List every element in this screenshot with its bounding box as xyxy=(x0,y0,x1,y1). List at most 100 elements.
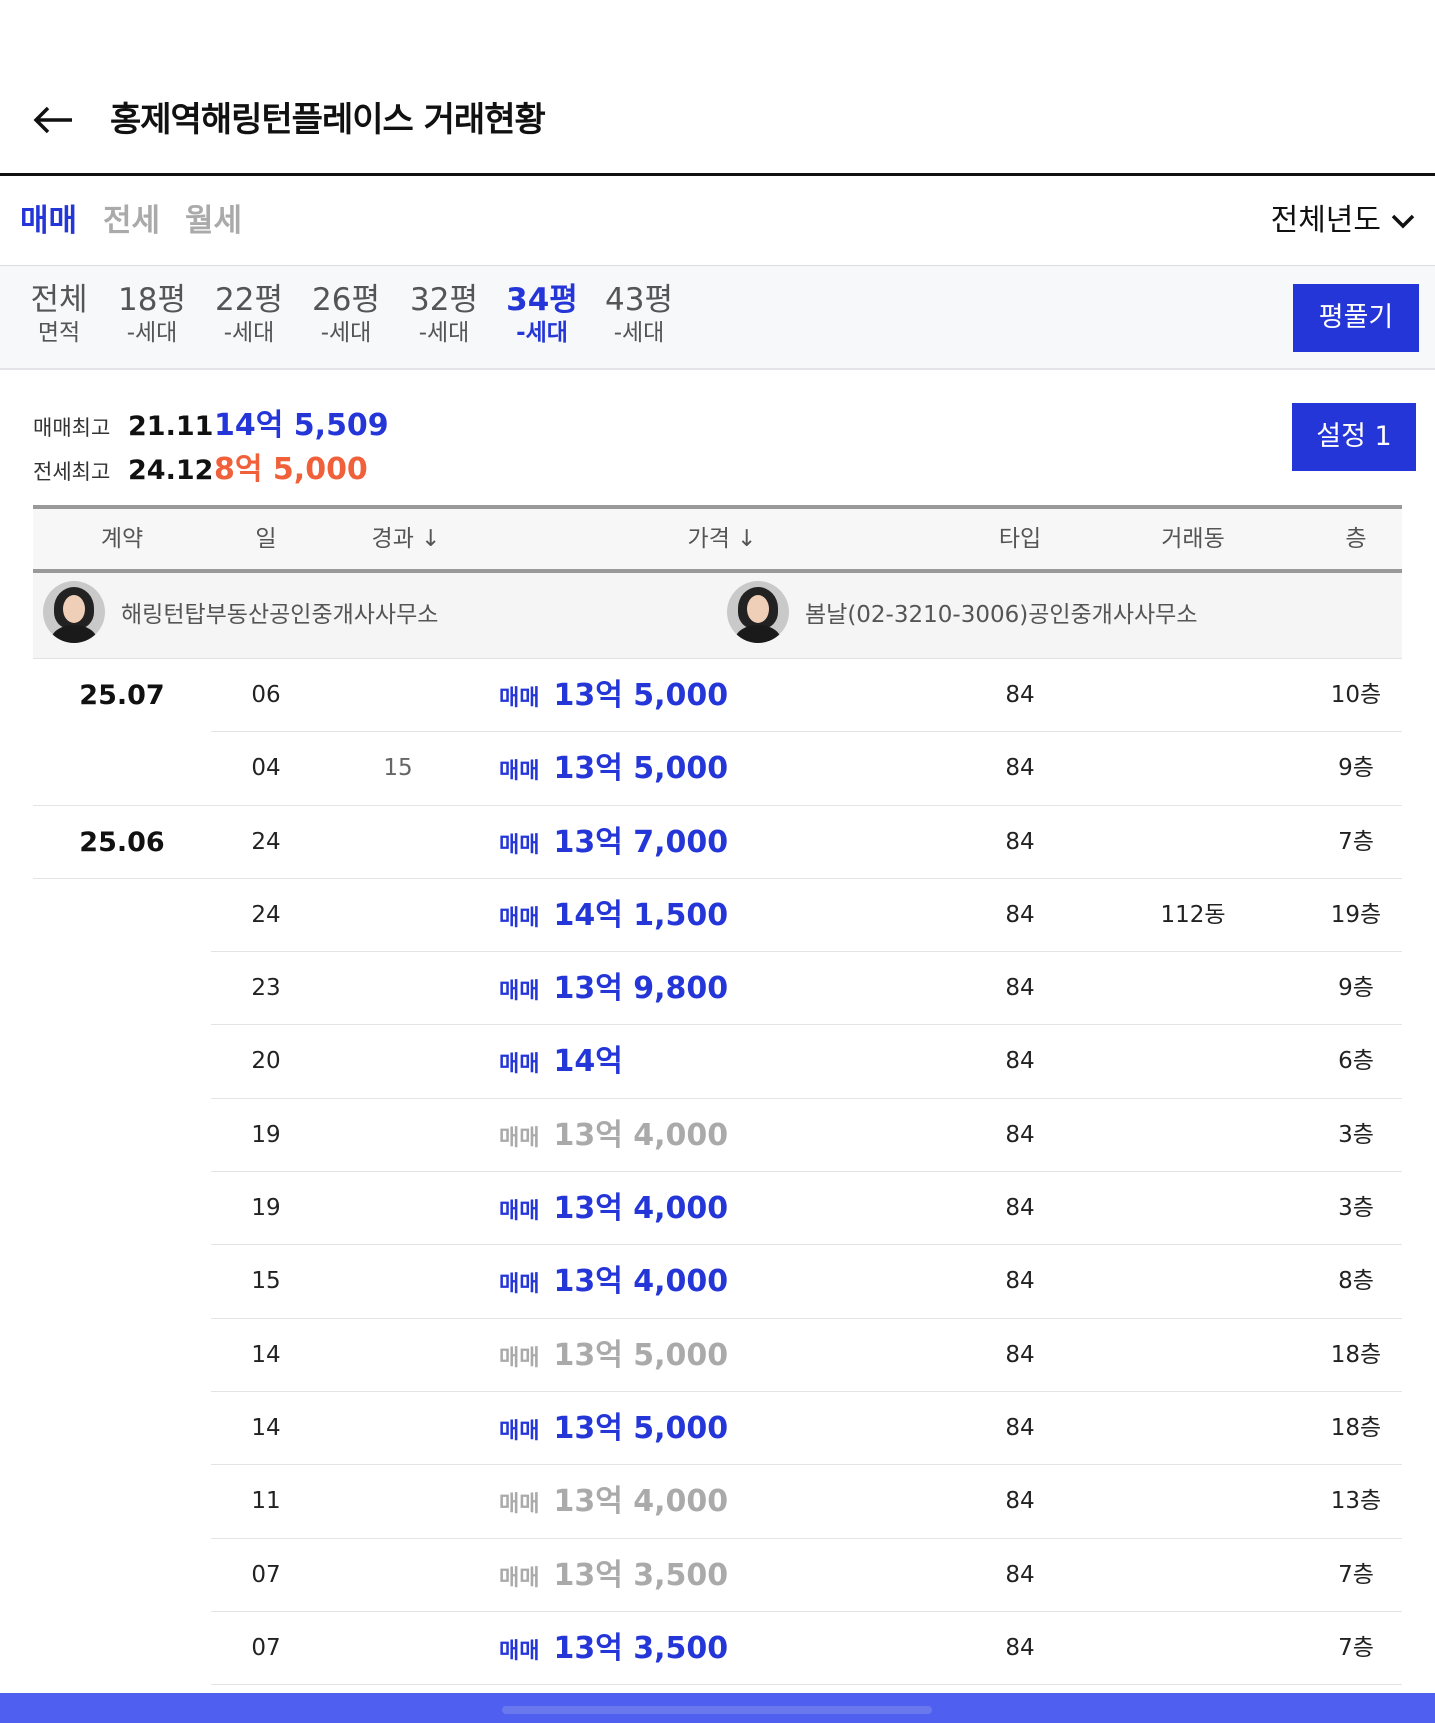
jeonse-max-price: 8억 5,000 xyxy=(214,452,368,487)
size-tab-bottom: -세대 xyxy=(613,320,665,346)
deal-kind: 매매 xyxy=(499,1565,540,1591)
tab-jeonse[interactable]: 전세 xyxy=(103,200,160,242)
agent-item[interactable]: 봄날(02-3210-3006)공인중개사사무소 xyxy=(727,581,1197,643)
contract-day: 14 xyxy=(251,1341,281,1368)
table-body: 25.07 06 매매 13억 5,000 84 10층 04 15 매매 13억 5,000 84… xyxy=(33,659,1402,1686)
avatar xyxy=(43,581,105,643)
deal-amount: 13억 4,000 xyxy=(553,1484,729,1520)
deal-price: 매매 13억 4,000 xyxy=(499,1099,919,1175)
jeonse-max-label: 전세최고 xyxy=(33,460,111,484)
size-tab-18[interactable]: 18평 -세대 xyxy=(107,282,197,348)
size-tab-top: 34평 xyxy=(506,282,578,318)
sale-max-price: 14억 5,509 xyxy=(214,408,389,443)
app-header: 홍제역해링턴플레이스 거래현황 xyxy=(0,0,1435,176)
contract-day: 20 xyxy=(251,1048,281,1075)
deal-amount: 13억 5,000 xyxy=(553,1410,729,1446)
table-row[interactable]: 11 매매 13억 4,000 84 13층 xyxy=(33,1465,1402,1541)
deal-amount: 13억 5,000 xyxy=(553,1337,729,1373)
floor: 10층 xyxy=(1330,682,1382,708)
deal-price: 매매 13억 4,000 xyxy=(499,1465,919,1541)
floor: 8층 xyxy=(1338,1268,1374,1295)
header-price[interactable]: 가격 ↓ xyxy=(647,509,797,569)
size-tab-top: 32평 xyxy=(410,282,478,318)
size-tab-22[interactable]: 22평 -세대 xyxy=(204,282,294,348)
table-row[interactable]: 15 매매 13억 4,000 84 8층 xyxy=(33,1245,1402,1319)
table-row[interactable]: 19 매매 13억 4,000 84 3층 xyxy=(33,1172,1402,1248)
deal-kind: 매매 xyxy=(499,1345,540,1371)
table-row[interactable]: 25.06 24 매매 13억 7,000 84 7층 xyxy=(33,806,1402,879)
floor: 18층 xyxy=(1330,1341,1382,1368)
table-row[interactable]: 20 매매 14억 84 6층 xyxy=(33,1025,1402,1099)
elapsed-days: 15 xyxy=(383,755,413,782)
header-elapsed[interactable]: 경과 ↓ xyxy=(351,509,461,569)
deal-amount: 13억 9,800 xyxy=(553,971,729,1007)
floor: 9층 xyxy=(1338,755,1374,782)
size-tab-32[interactable]: 32평 -세대 xyxy=(399,282,489,348)
tab-sale[interactable]: 매매 xyxy=(20,200,77,242)
size-tab-top: 43평 xyxy=(605,282,673,318)
avatar xyxy=(727,581,789,643)
table-row[interactable]: 23 매매 13억 9,800 84 9층 xyxy=(33,952,1402,1026)
header-dong: 거래동 xyxy=(1161,526,1225,552)
contract-day: 23 xyxy=(251,975,281,1002)
agent-item[interactable]: 해링턴탑부동산공인중개사사무소 xyxy=(43,581,438,643)
table-row[interactable]: 14 매매 13억 5,000 84 18층 xyxy=(33,1392,1402,1468)
size-tab-bottom: 면적 xyxy=(37,320,81,346)
table-row[interactable]: 07 매매 13억 3,500 84 7층 xyxy=(33,1539,1402,1612)
year-select[interactable]: 전체년도 xyxy=(1271,200,1417,242)
deal-amount: 13억 4,000 xyxy=(553,1191,729,1227)
header-floor: 층 xyxy=(1345,526,1367,552)
unit-type: 84 xyxy=(1005,1488,1035,1515)
contract-month: 25.06 xyxy=(79,826,165,858)
deal-price: 매매 13억 5,000 xyxy=(499,659,919,735)
sale-max-row: 매매최고 21.11 14억 5,509 xyxy=(33,400,389,444)
header-contract: 계약 xyxy=(100,526,144,552)
size-tab-26[interactable]: 26평 -세대 xyxy=(301,282,391,348)
contract-day: 11 xyxy=(251,1488,281,1515)
floor: 7층 xyxy=(1338,1561,1374,1588)
back-arrow-icon[interactable] xyxy=(30,96,78,144)
home-indicator[interactable] xyxy=(502,1706,932,1714)
floor: 13층 xyxy=(1330,1488,1382,1515)
size-tab-top: 26평 xyxy=(312,282,380,318)
transaction-table: 계약 일 경과 ↓ 가격 ↓ 타입 거래동 층 해링턴탑부동산공인중개사사무소 … xyxy=(33,505,1402,1686)
table-row[interactable]: 14 매매 13억 5,000 84 18층 xyxy=(33,1319,1402,1392)
deal-price: 매매 13억 5,000 xyxy=(499,1319,919,1395)
unit-type: 84 xyxy=(1005,975,1035,1002)
tab-monthly-rent[interactable]: 월세 xyxy=(185,200,242,242)
deal-amount: 13억 4,000 xyxy=(553,1117,729,1153)
max-price-summary: 매매최고 21.11 14억 5,509 전세최고 24.12 8억 5,000 xyxy=(33,400,389,488)
table-row[interactable]: 04 15 매매 13억 5,000 84 9층 xyxy=(33,732,1402,806)
header-day: 일 xyxy=(255,526,277,552)
table-row[interactable]: 07 매매 13억 3,500 84 7층 xyxy=(33,1612,1402,1686)
jeonse-max-date: 24.12 xyxy=(128,455,214,486)
table-row[interactable]: 25.07 06 매매 13억 5,000 84 10층 xyxy=(33,659,1402,735)
unit-type: 84 xyxy=(1005,1414,1035,1441)
unfold-size-button[interactable]: 평풀기 xyxy=(1293,284,1419,352)
table-row[interactable]: 19 매매 13억 4,000 84 3층 xyxy=(33,1099,1402,1175)
deal-kind: 매매 xyxy=(499,1199,540,1225)
settings-button[interactable]: 설정 1 xyxy=(1292,403,1416,471)
deal-kind: 매매 xyxy=(499,1272,540,1298)
contract-month: 25.07 xyxy=(79,680,165,711)
size-tab-34[interactable]: 34평 -세대 xyxy=(497,282,587,348)
contract-day: 19 xyxy=(251,1121,281,1148)
deal-kind: 매매 xyxy=(499,1052,540,1078)
unit-type: 84 xyxy=(1005,1268,1035,1295)
deal-amount: 13억 4,000 xyxy=(553,1264,729,1300)
size-tab-bottom: -세대 xyxy=(223,320,275,346)
size-tab-43[interactable]: 43평 -세대 xyxy=(594,282,684,348)
contract-day: 07 xyxy=(251,1634,281,1661)
floor: 7층 xyxy=(1338,828,1374,855)
agent-name: 해링턴탑부동산공인중개사사무소 xyxy=(121,602,439,628)
table-row[interactable]: 24 매매 14억 1,500 84 112동 19층 xyxy=(33,879,1402,953)
deal-price: 매매 13억 5,000 xyxy=(499,1392,919,1468)
deal-kind: 매매 xyxy=(499,686,540,711)
size-tab-all[interactable]: 전체 면적 xyxy=(14,282,104,348)
deal-amount: 13억 5,000 xyxy=(553,751,729,787)
deal-price: 매매 13억 4,000 xyxy=(499,1172,919,1248)
floor: 9층 xyxy=(1338,975,1374,1002)
size-tab-bottom: -세대 xyxy=(516,320,568,346)
deal-amount: 13억 5,000 xyxy=(553,678,729,713)
table-header: 계약 일 경과 ↓ 가격 ↓ 타입 거래동 층 xyxy=(33,505,1402,573)
